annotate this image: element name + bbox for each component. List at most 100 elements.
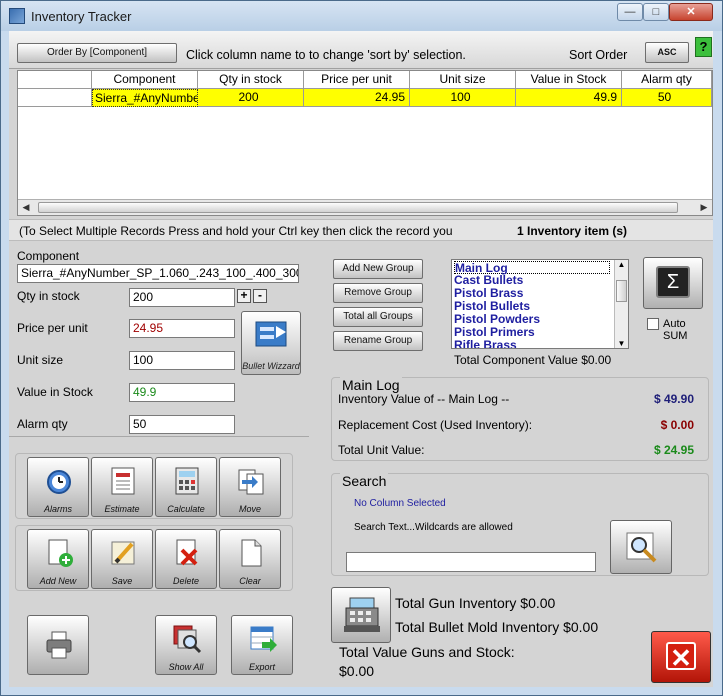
cell-alarm[interactable]: 50 — [622, 89, 712, 107]
remove-group-button[interactable]: Remove Group — [333, 283, 423, 303]
window-title: Inventory Tracker — [31, 9, 132, 24]
qty-label: Qty in stock — [17, 289, 80, 303]
group-list-scrollbar[interactable]: ▲ ▼ — [614, 260, 628, 348]
close-window-button[interactable]: ✕ — [669, 3, 713, 21]
search-button[interactable] — [610, 520, 672, 574]
cell-unit-size[interactable]: 100 — [410, 89, 516, 107]
sort-order-label: Sort Order — [569, 48, 628, 62]
export-caption: Export — [248, 662, 275, 672]
scroll-thumb[interactable] — [38, 202, 678, 213]
estimate-caption: Estimate — [104, 504, 140, 514]
alarms-button[interactable]: Alarms — [27, 457, 89, 517]
total-gun-inventory: Total Gun Inventory $0.00 — [395, 595, 556, 611]
alarm-field[interactable]: 50 — [129, 415, 235, 434]
cell-qty[interactable]: 200 — [198, 89, 304, 107]
column-header-qty[interactable]: Qty in stock — [198, 71, 304, 89]
replacement-cost-label: Replacement Cost (Used Inventory): — [338, 418, 533, 432]
save-caption: Save — [111, 576, 133, 586]
action-panel: Alarms Estimate Calculate Move Add New S… — [9, 436, 309, 687]
price-field[interactable]: 24.95 — [129, 319, 235, 338]
clear-button[interactable]: Clear — [219, 529, 281, 589]
estimate-icon — [111, 467, 135, 495]
column-header-component[interactable]: Component — [92, 71, 198, 89]
scroll-down-icon[interactable]: ▼ — [615, 339, 628, 348]
inventory-value: $ 49.90 — [653, 392, 694, 406]
add-new-button[interactable]: Add New — [27, 529, 89, 589]
auto-sum-checkbox[interactable] — [647, 318, 659, 330]
total-unit-value-label: Total Unit Value: — [338, 443, 425, 457]
qty-increment-button[interactable]: + — [237, 289, 251, 303]
qty-decrement-button[interactable]: - — [253, 289, 267, 303]
total-component-value: Total Component Value $0.00 — [454, 353, 612, 367]
bullet-wizard-icon — [255, 321, 287, 347]
total-mold-inventory: Total Bullet Mold Inventory $0.00 — [395, 619, 599, 635]
search-box: Search No Column Selected Search Text...… — [331, 473, 709, 576]
minimize-button[interactable]: — — [617, 3, 643, 21]
group-item-pistol-primers[interactable]: Pistol Primers — [454, 326, 535, 339]
scroll-left-icon[interactable]: ◀ — [18, 200, 34, 215]
qty-field[interactable]: 200 — [129, 288, 235, 307]
move-button[interactable]: Move — [219, 457, 281, 517]
order-by-button[interactable]: Order By [Component] — [17, 43, 177, 63]
bullet-wizard-button[interactable]: Bullet Wizzard — [241, 311, 301, 375]
column-header-alarm[interactable]: Alarm qty — [622, 71, 712, 89]
unit-size-field[interactable]: 100 — [129, 351, 235, 370]
calculator-icon — [175, 467, 199, 495]
search-input[interactable] — [346, 552, 596, 572]
total-unit-value: $ 24.95 — [653, 443, 694, 457]
blank-page-icon — [241, 539, 262, 567]
column-header-price[interactable]: Price per unit — [304, 71, 410, 89]
calculate-caption: Calculate — [167, 504, 205, 514]
calculate-button[interactable]: Calculate — [155, 457, 217, 517]
print-button[interactable] — [27, 615, 89, 675]
sort-order-button[interactable]: ASC — [645, 42, 689, 63]
list-scroll-thumb[interactable] — [616, 280, 627, 302]
exit-button[interactable]: ✕ — [651, 631, 711, 683]
cash-register-button[interactable] — [331, 587, 391, 643]
value-field[interactable]: 49.9 — [129, 383, 235, 402]
group-list[interactable]: Main Log Cast Bullets Pistol Brass Pisto… — [451, 259, 629, 349]
estimate-button[interactable]: Estimate — [91, 457, 153, 517]
column-header-unit-size[interactable]: Unit size — [410, 71, 516, 89]
total-all-groups-button[interactable]: Total all Groups — [333, 307, 423, 327]
cash-register-icon — [344, 597, 380, 632]
delete-icon — [176, 539, 198, 566]
main-log-box: Main Log Inventory Value of -- Main Log … — [331, 377, 709, 461]
sigma-icon: Σ — [656, 266, 690, 298]
cell-component[interactable]: Sierra_#AnyNumbe — [92, 89, 198, 107]
delete-caption: Delete — [172, 576, 199, 586]
printer-icon — [46, 631, 72, 659]
sort-hint: Click column name to to change 'sort by'… — [186, 48, 466, 62]
item-count: 1 Inventory item (s) — [517, 224, 628, 238]
scroll-right-icon[interactable]: ▶ — [696, 200, 712, 215]
row-selector[interactable] — [18, 89, 92, 107]
group-item-rifle-brass[interactable]: Rifle Brass — [454, 339, 517, 348]
rename-group-button[interactable]: Rename Group — [333, 331, 423, 351]
title-bar[interactable]: Inventory Tracker — □ ✕ — [1, 1, 722, 31]
export-icon — [250, 626, 277, 652]
grid-horizontal-scrollbar[interactable]: ◀ ▶ — [18, 199, 712, 215]
search-hint: Search Text...Wildcards are allowed — [354, 522, 513, 533]
cell-price[interactable]: 24.95 — [304, 89, 410, 107]
sum-button[interactable]: Σ — [643, 257, 703, 309]
help-button[interactable]: ? — [695, 37, 712, 57]
show-all-caption: Show All — [168, 662, 204, 672]
scroll-up-icon[interactable]: ▲ — [615, 260, 628, 269]
move-caption: Move — [238, 504, 261, 514]
export-button[interactable]: Export — [231, 615, 293, 675]
cell-value[interactable]: 49.9 — [516, 89, 622, 107]
client-area: Order By [Component] Click column name t… — [9, 31, 713, 687]
save-button[interactable]: Save — [91, 529, 153, 589]
column-header-value[interactable]: Value in Stock — [516, 71, 622, 89]
add-group-button[interactable]: Add New Group — [333, 259, 423, 279]
search-title: Search — [340, 473, 389, 489]
price-label: Price per unit — [17, 321, 88, 335]
component-field[interactable]: Sierra_#AnyNumber_SP_1.060_.243_100_.400… — [17, 264, 299, 283]
value-label: Value in Stock — [17, 385, 93, 399]
maximize-button[interactable]: □ — [643, 3, 669, 21]
inventory-value-label: Inventory Value of -- Main Log -- — [338, 392, 510, 406]
delete-button[interactable]: Delete — [155, 529, 217, 589]
show-all-button[interactable]: Show All — [155, 615, 217, 675]
clear-caption: Clear — [239, 576, 261, 586]
inventory-grid[interactable]: Component Qty in stock Price per unit Un… — [17, 70, 713, 216]
